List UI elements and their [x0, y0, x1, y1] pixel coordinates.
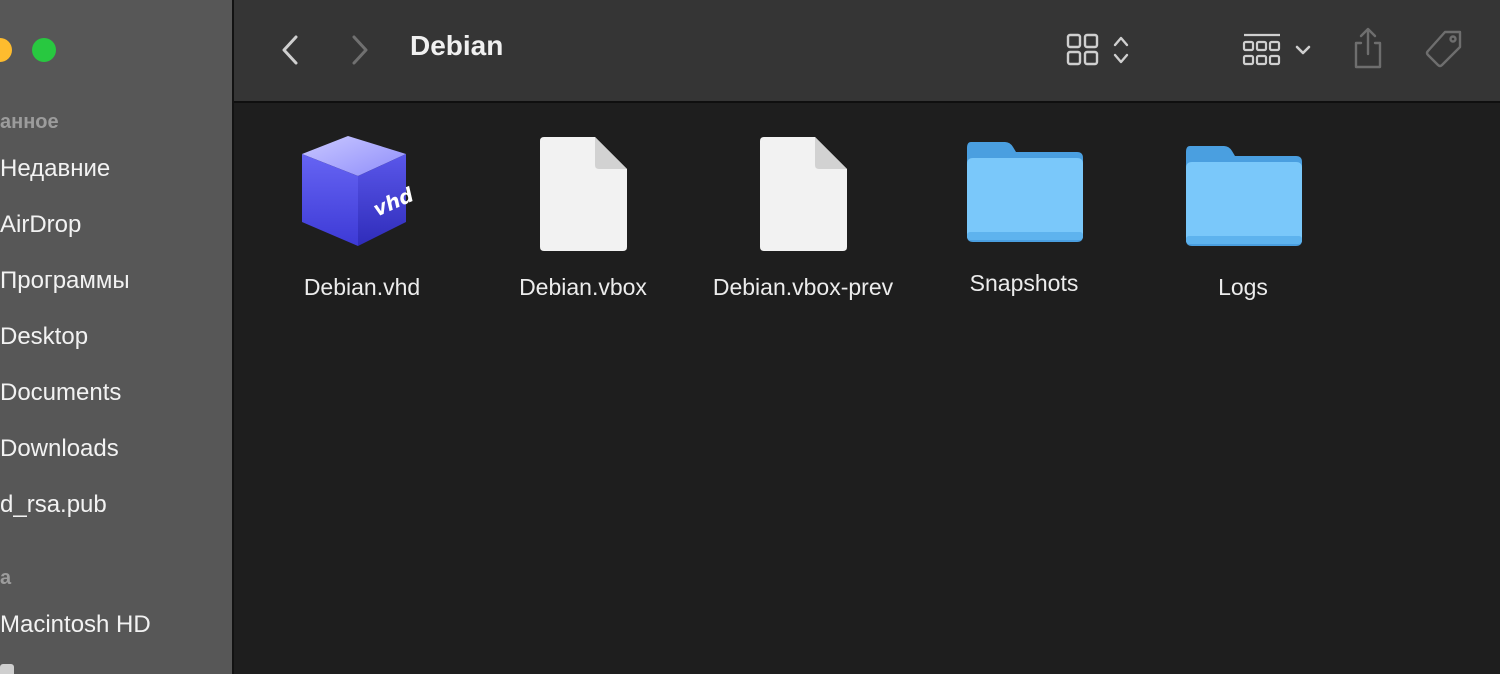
view-mode-button[interactable]	[1058, 28, 1138, 72]
file-item-debian-vbox[interactable]: Debian.vbox	[473, 128, 693, 308]
share-icon	[1354, 27, 1382, 69]
folder-icon	[1186, 146, 1302, 246]
share-button[interactable]	[1346, 24, 1390, 72]
tag-icon	[1425, 30, 1462, 68]
document-icon	[540, 137, 627, 251]
chevron-left-icon	[282, 35, 298, 65]
sidebar-item-applications[interactable]: Программы	[0, 264, 130, 298]
sidebar-item-downloads[interactable]: Downloads	[0, 432, 119, 466]
sidebar-item-desktop[interactable]: Desktop	[0, 320, 88, 354]
file-name-label: Debian.vbox	[519, 274, 647, 300]
document-icon	[760, 137, 847, 251]
file-item-snapshots[interactable]: Snapshots	[914, 128, 1134, 308]
file-name-label: Debian.vbox-prev	[712, 274, 894, 300]
file-item-logs[interactable]: Logs	[1133, 128, 1353, 308]
toolbar-divider	[234, 101, 1500, 103]
icon-grid-icon	[1066, 33, 1129, 66]
window-title: Debian	[410, 30, 504, 61]
file-name-label: Debian.vhd	[303, 274, 421, 300]
sidebar-item-rsa-pub[interactable]: d_rsa.pub	[0, 488, 107, 522]
folder-icon	[967, 142, 1083, 242]
forward-button[interactable]	[340, 28, 380, 72]
sidebar: анное Недавние AirDrop Программы Desktop…	[0, 0, 232, 674]
vhd-cube-icon: vhd	[302, 136, 414, 246]
file-name-label: Logs	[1218, 274, 1268, 300]
group-button[interactable]	[1234, 28, 1316, 72]
sidebar-item-macintosh-hd[interactable]: Macintosh HD	[0, 608, 151, 642]
sidebar-section-favorites: анное	[0, 111, 59, 133]
file-name-label: Snapshots	[969, 270, 1079, 296]
sidebar-item-documents[interactable]: Documents	[0, 376, 121, 410]
sidebar-item-airdrop[interactable]: AirDrop	[0, 208, 81, 242]
sidebar-item-recents[interactable]: Недавние	[0, 152, 110, 186]
chevron-right-icon	[352, 35, 368, 65]
zoom-button[interactable]	[32, 38, 56, 62]
sidebar-item-partial	[0, 664, 14, 674]
tags-button[interactable]	[1422, 26, 1466, 72]
file-item-debian-vhd[interactable]: vhd Debian.vhd	[252, 128, 472, 308]
group-grid-icon	[1242, 33, 1311, 66]
minimize-button[interactable]	[0, 38, 12, 62]
back-button[interactable]	[270, 28, 310, 72]
sidebar-section-locations: а	[0, 567, 12, 589]
file-item-debian-vbox-prev[interactable]: Debian.vbox-prev	[693, 128, 913, 308]
